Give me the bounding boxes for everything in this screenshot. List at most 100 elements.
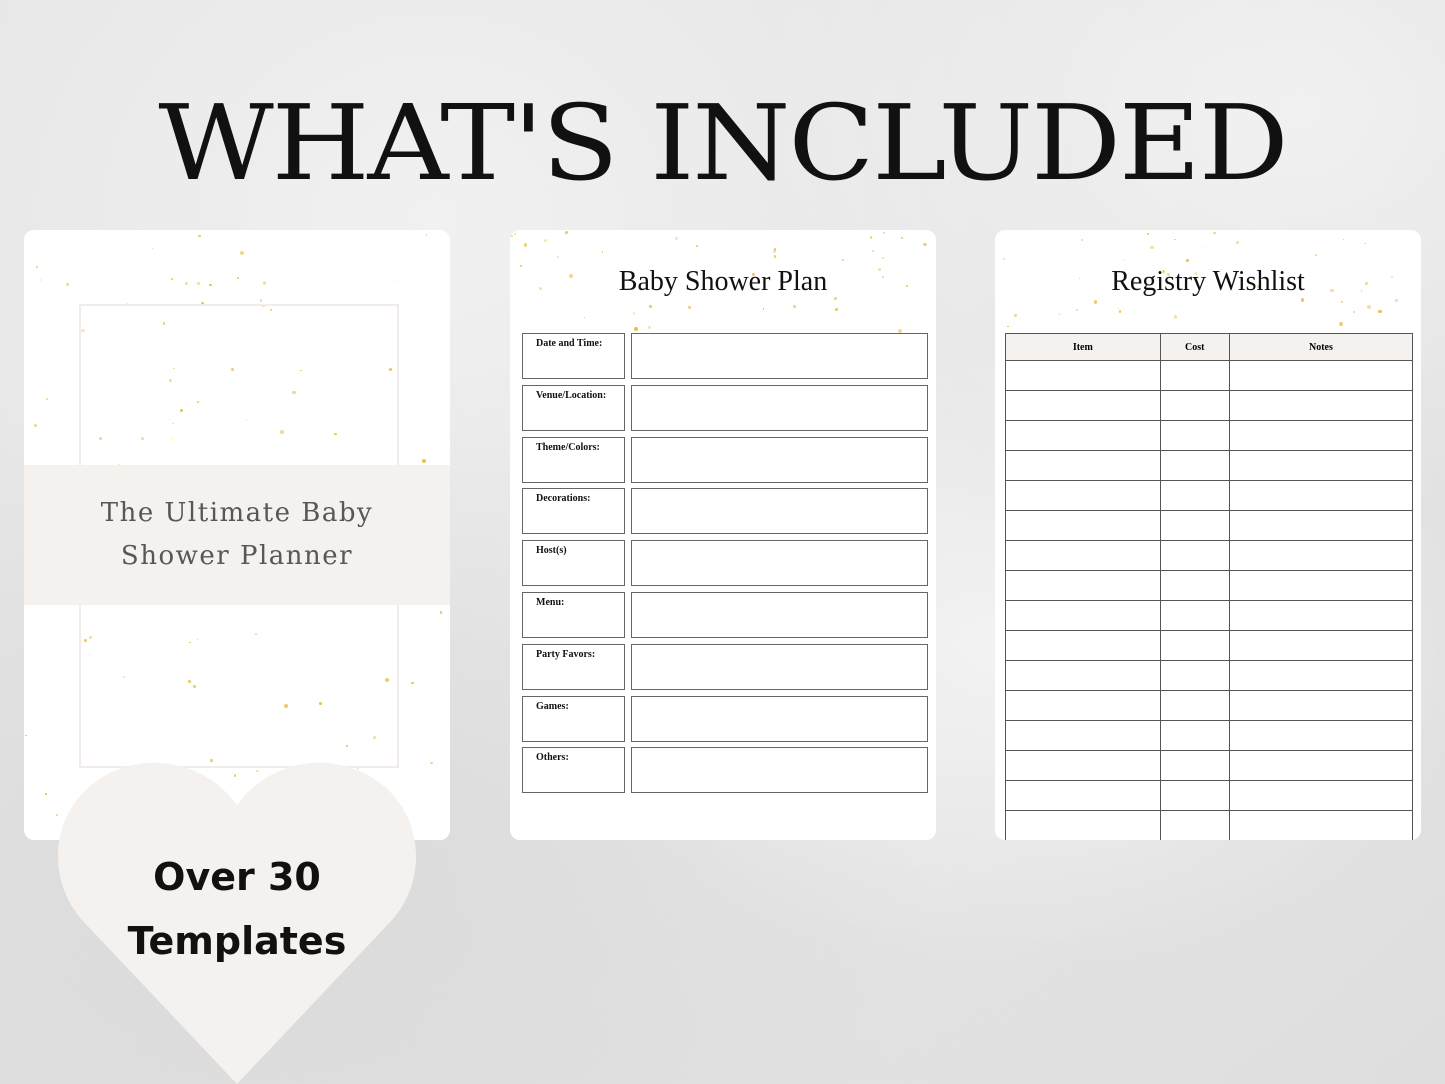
plan-row-label: Games: [522,695,625,742]
speckle [411,682,414,685]
speckle [198,235,201,238]
wishlist-cell[interactable] [1228,390,1414,421]
wishlist-cell[interactable] [1159,570,1230,601]
speckle [688,306,691,309]
wishlist-cell[interactable] [1228,480,1414,511]
wishlist-cell[interactable] [1159,810,1230,840]
wishlist-cell[interactable] [1159,480,1230,511]
speckle [922,242,927,247]
wishlist-cell[interactable] [1005,660,1161,691]
wishlist-row [1005,810,1414,840]
wishlist-cell[interactable] [1159,780,1230,811]
wishlist-cell[interactable] [1228,540,1414,571]
speckle [39,279,42,281]
speckle [394,279,396,281]
wishlist-cell[interactable] [1159,540,1230,571]
speckle [425,234,428,236]
wishlist-cell[interactable] [1159,690,1230,721]
wishlist-cell[interactable] [1228,690,1414,721]
speckle [240,251,244,255]
baby-shower-plan-card: Baby Shower Plan Date and Time: Venue/Loc… [510,230,936,840]
speckle [773,250,777,254]
plan-row-field[interactable] [631,384,928,431]
plan-row-field[interactable] [631,333,928,379]
wishlist-cell[interactable] [1228,420,1414,451]
wishlist-cell[interactable] [1159,720,1230,751]
speckle [1014,314,1018,318]
speckle [1364,242,1366,245]
wishlist-cell[interactable] [1005,690,1161,721]
wishlist-cell[interactable] [1005,420,1161,451]
speckle [792,305,796,308]
wishlist-cell[interactable] [1228,360,1414,391]
plan-row-field[interactable] [631,488,928,535]
plan-row-field[interactable] [631,695,928,742]
wishlist-cell[interactable] [1228,570,1414,601]
plan-row-field[interactable] [631,592,928,638]
plan-row-field[interactable] [631,540,928,587]
wishlist-cell[interactable] [1159,660,1230,691]
wishlist-cell[interactable] [1228,630,1414,661]
plan-row-field[interactable] [631,747,928,794]
plan-row: Theme/Colors: [522,436,928,485]
speckle [1394,299,1398,303]
wishlist-cell[interactable] [1005,390,1161,421]
speckle [430,761,433,764]
speckle [45,397,49,401]
speckle [1147,232,1150,235]
speckle [556,255,560,259]
speckle [835,308,839,312]
speckle [422,459,426,464]
wishlist-cell[interactable] [1159,390,1230,421]
wishlist-cell[interactable] [1159,420,1230,451]
wishlist-header-row: Item Cost Notes [1005,333,1414,361]
wishlist-cell[interactable] [1005,600,1161,631]
wishlist-row [1005,510,1414,541]
wishlist-cell[interactable] [1005,510,1161,541]
wishlist-cell[interactable] [1005,750,1161,781]
plan-row: Others: [522,747,928,795]
wishlist-cell[interactable] [1159,600,1230,631]
speckle [35,266,38,269]
speckle [1150,245,1154,250]
plan-row-label: Decorations: [522,488,625,535]
wishlist-cell[interactable] [1228,780,1414,811]
wishlist-cell[interactable] [1228,720,1414,751]
speckle [523,243,527,247]
wishlist-cell[interactable] [1005,720,1161,751]
wishlist-cell[interactable] [1159,360,1230,391]
wishlist-cell[interactable] [1159,510,1230,541]
wishlist-cell[interactable] [1228,450,1414,481]
plan-row-field[interactable] [631,436,928,483]
wishlist-row [1005,690,1414,721]
wishlist-cell[interactable] [1228,600,1414,631]
speckle [901,237,904,240]
wishlist-cell[interactable] [1005,540,1161,571]
wishlist-cell[interactable] [1228,810,1414,840]
wishlist-cell[interactable] [1159,750,1230,781]
wishlist-cell[interactable] [1005,570,1161,601]
wishlist-cell[interactable] [1159,450,1230,481]
plan-row-label: Menu: [522,592,625,638]
wishlist-cell[interactable] [1005,630,1161,661]
speckle [1173,315,1178,319]
speckle [197,281,201,286]
wishlist-cell[interactable] [1228,660,1414,691]
wishlist-cell[interactable] [1228,510,1414,541]
plan-row: Date and Time: [522,333,928,381]
wishlist-cell[interactable] [1228,750,1414,781]
speckle [1235,240,1239,244]
wishlist-cell[interactable] [1159,630,1230,661]
wishlist-cell[interactable] [1005,360,1161,391]
wishlist-cell[interactable] [1005,780,1161,811]
wishlist-row [1005,480,1414,511]
speckle [1201,246,1204,249]
speckle [1367,304,1372,309]
wishlist-cell[interactable] [1005,810,1161,840]
plan-row-field[interactable] [631,643,928,690]
wishlist-cell[interactable] [1005,450,1161,481]
wishlist-cell[interactable] [1005,480,1161,511]
plan-row: Party Favors: [522,643,928,692]
wishlist-row [1005,660,1414,691]
speckle [762,308,765,310]
